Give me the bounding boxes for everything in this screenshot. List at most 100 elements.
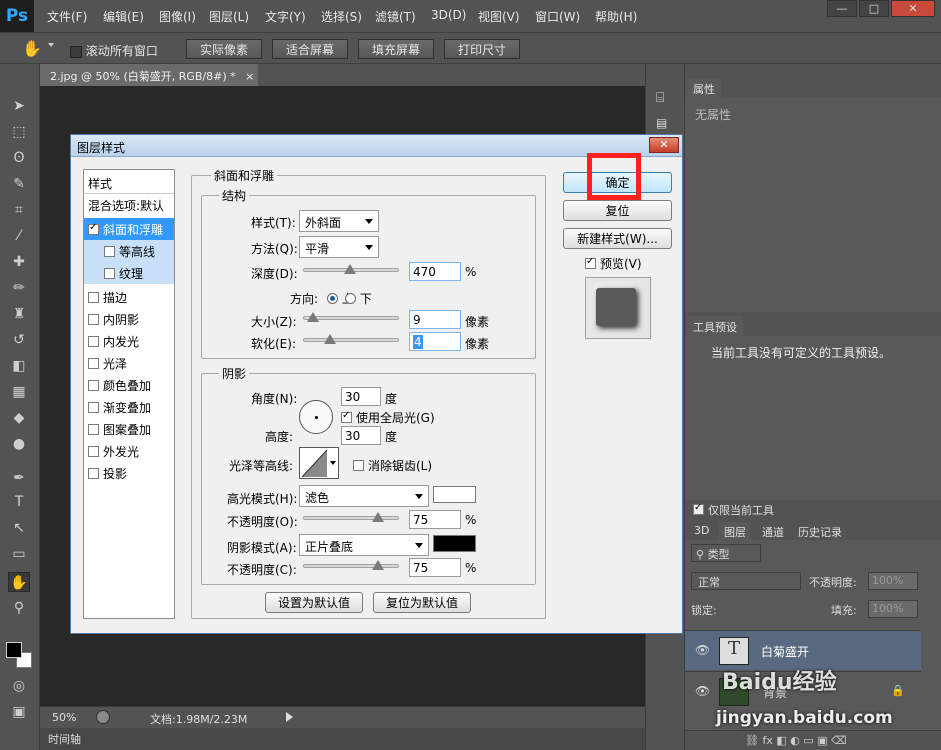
preview-checkbox[interactable]: [585, 256, 596, 269]
dodge-tool-icon[interactable]: ●: [8, 434, 30, 454]
fill-screen-button[interactable]: 填充屏幕: [358, 39, 434, 59]
tool-presets-tab[interactable]: 工具预设: [687, 316, 743, 336]
style-checkbox[interactable]: [104, 268, 115, 279]
timeline-panel-tab[interactable]: 时间轴: [40, 728, 645, 750]
pen-tool-icon[interactable]: ✒: [8, 468, 30, 488]
reset-button[interactable]: 复位: [563, 200, 672, 221]
highlight-opacity-slider[interactable]: [303, 512, 399, 522]
fit-screen-button[interactable]: 适合屏幕: [272, 39, 348, 59]
menu-item[interactable]: 3D(D): [431, 8, 466, 22]
fill-field[interactable]: 100%: [868, 600, 918, 618]
style-list-item[interactable]: 外发光: [84, 440, 174, 462]
soften-input[interactable]: 4: [409, 332, 461, 351]
menu-item[interactable]: 图像(I): [159, 8, 196, 25]
contour-dropdown-icon[interactable]: [330, 461, 336, 465]
depth-slider[interactable]: [303, 264, 399, 274]
highlight-mode-select[interactable]: 滤色: [299, 485, 429, 507]
size-slider[interactable]: [303, 312, 399, 322]
layer-panel-tab[interactable]: 3D: [689, 522, 715, 540]
current-tool-only-checkbox[interactable]: [693, 502, 704, 515]
hand-tool-active-icon[interactable]: ✋: [8, 572, 30, 592]
menu-item[interactable]: 滤镜(T): [375, 8, 416, 25]
size-input[interactable]: 9: [409, 310, 461, 329]
type-tool-icon[interactable]: T: [8, 492, 30, 512]
soften-slider[interactable]: [303, 334, 399, 344]
highlight-opacity-input[interactable]: 75: [409, 510, 461, 529]
style-checkbox[interactable]: [88, 468, 99, 479]
menu-item[interactable]: 文字(Y): [265, 8, 306, 25]
move-tool-icon[interactable]: ➤: [8, 96, 30, 116]
slider-knob[interactable]: [344, 264, 356, 274]
technique-select[interactable]: 平滑: [299, 236, 379, 258]
shadow-opacity-input[interactable]: 75: [409, 558, 461, 577]
style-checkbox[interactable]: [88, 314, 99, 325]
angle-dial[interactable]: [299, 400, 333, 434]
print-size-button[interactable]: 打印尺寸: [444, 39, 520, 59]
layer-panel-tab[interactable]: 通道: [757, 522, 789, 540]
layer-name[interactable]: 白菊盛开: [761, 643, 809, 660]
style-list-item[interactable]: 图案叠加: [84, 418, 174, 440]
style-list-item[interactable]: 颜色叠加: [84, 374, 174, 396]
crop-tool-icon[interactable]: ⌗: [8, 200, 30, 220]
menu-item[interactable]: 帮助(H): [595, 8, 637, 25]
slider-knob[interactable]: [307, 312, 319, 322]
menu-item[interactable]: 窗口(W): [535, 8, 580, 25]
healing-brush-tool-icon[interactable]: ✚: [8, 252, 30, 272]
style-checkbox[interactable]: [88, 380, 99, 391]
menu-item[interactable]: 编辑(E): [103, 8, 144, 25]
marquee-tool-icon[interactable]: ⬚: [8, 122, 30, 142]
zoom-level[interactable]: 50%: [52, 711, 76, 724]
gradient-tool-icon[interactable]: ▦: [8, 382, 30, 402]
style-list-item[interactable]: 渐变叠加: [84, 396, 174, 418]
eraser-tool-icon[interactable]: ◧: [8, 356, 30, 376]
global-light-checkbox[interactable]: [341, 410, 352, 423]
opacity-field[interactable]: 100%: [868, 572, 918, 590]
bevel-style-select[interactable]: 外斜面: [299, 210, 379, 232]
menu-item[interactable]: 图层(L): [209, 8, 249, 25]
slider-knob[interactable]: [372, 560, 384, 570]
reset-default-button[interactable]: 复位为默认值: [373, 592, 471, 613]
zoom-tool-icon[interactable]: ⚲: [8, 598, 30, 618]
layer-panel-tab[interactable]: 历史记录: [793, 522, 847, 540]
path-select-tool-icon[interactable]: ↖: [8, 518, 30, 538]
scroll-all-checkbox[interactable]: [70, 45, 82, 58]
blur-tool-icon[interactable]: ◆: [8, 408, 30, 428]
style-checkbox[interactable]: [88, 402, 99, 413]
depth-input[interactable]: 470: [409, 262, 461, 281]
highlight-color-swatch[interactable]: [433, 486, 476, 503]
style-checkbox[interactable]: [88, 358, 99, 369]
new-style-button[interactable]: 新建样式(W)...: [563, 228, 672, 249]
make-default-button[interactable]: 设置为默认值: [265, 592, 363, 613]
style-list-item[interactable]: 投影: [84, 462, 174, 484]
global-light-option[interactable]: 使用全局光(G): [341, 409, 435, 426]
quick-mask-icon[interactable]: ◎: [8, 676, 30, 696]
layer-visibility-icon[interactable]: 👁: [695, 643, 710, 657]
shape-tool-icon[interactable]: ▭: [8, 544, 30, 564]
history-panel-icon[interactable]: ⌸: [656, 90, 676, 106]
gloss-contour-picker[interactable]: [299, 447, 339, 479]
quick-select-tool-icon[interactable]: ✎: [8, 174, 30, 194]
shadow-opacity-slider[interactable]: [303, 560, 399, 570]
actual-pixels-button[interactable]: 实际像素: [186, 39, 262, 59]
dialog-close-button[interactable]: ✕: [649, 137, 679, 153]
document-tab[interactable]: 2.jpg @ 50% (白菊盛开, RGB/8#) * ×: [40, 64, 258, 86]
style-list-item[interactable]: 内发光: [84, 330, 174, 352]
properties-tab[interactable]: 属性: [687, 78, 721, 98]
stamp-tool-icon[interactable]: ♜: [8, 304, 30, 324]
direction-down-option[interactable]: 下: [345, 290, 372, 307]
minimize-button[interactable]: —: [827, 0, 857, 17]
document-tab-close-icon[interactable]: ×: [245, 70, 254, 83]
hand-tool-icon[interactable]: ✋: [22, 39, 42, 58]
current-tool-only-option[interactable]: 仅限当前工具: [693, 502, 774, 518]
direction-up-radio[interactable]: [327, 293, 338, 304]
scroll-all-windows-option[interactable]: 滚动所有窗口: [70, 42, 158, 59]
style-checkbox[interactable]: [88, 222, 99, 235]
slider-knob[interactable]: [372, 512, 384, 522]
tool-preset-dropdown-icon[interactable]: [48, 43, 54, 47]
style-list-item[interactable]: 斜面和浮雕: [84, 218, 174, 240]
style-list-item[interactable]: 内阴影: [84, 308, 174, 330]
style-list-item[interactable]: 等高线: [84, 240, 174, 262]
actions-panel-icon[interactable]: ▤: [656, 116, 676, 132]
altitude-input[interactable]: 30: [341, 426, 381, 445]
shadow-mode-select[interactable]: 正片叠底: [299, 534, 429, 556]
